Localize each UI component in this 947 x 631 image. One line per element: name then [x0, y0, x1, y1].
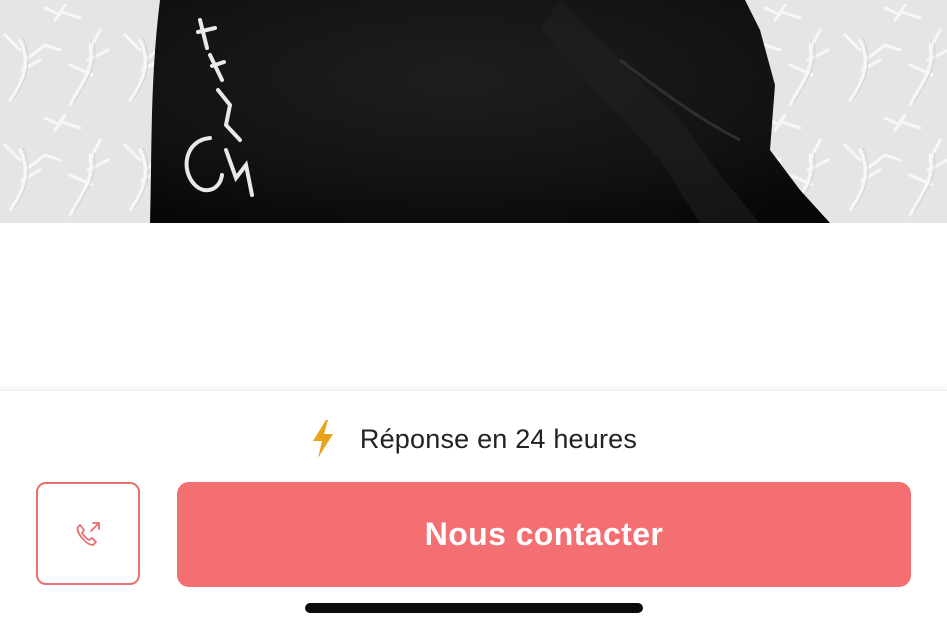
lightning-bolt-icon — [310, 419, 336, 459]
listing-photo[interactable] — [0, 0, 947, 223]
listing-photo-image — [0, 0, 947, 223]
content-area — [0, 223, 947, 390]
home-indicator[interactable] — [305, 603, 643, 613]
screen: Réponse en 24 heures Nous contacter — [0, 0, 947, 631]
contact-bar: Réponse en 24 heures Nous contacter — [0, 390, 947, 631]
phone-outgoing-icon — [76, 521, 100, 546]
call-button[interactable] — [36, 482, 140, 585]
response-time-text: Réponse en 24 heures — [359, 423, 638, 454]
contact-button[interactable]: Nous contacter — [177, 482, 911, 587]
response-time-info: Réponse en 24 heures — [0, 419, 947, 459]
